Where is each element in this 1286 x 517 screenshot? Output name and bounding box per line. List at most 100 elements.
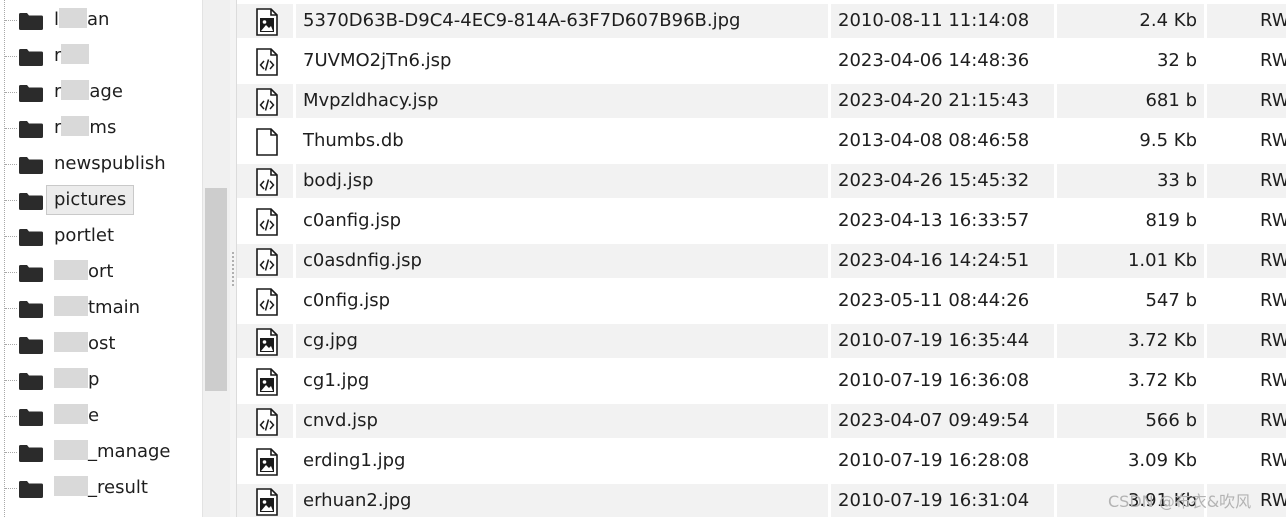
file-size: 566 b xyxy=(1057,404,1204,438)
tree-item-text: newspublish xyxy=(54,153,166,174)
tree-item[interactable]: newspublish xyxy=(0,146,202,182)
tree-item-label[interactable]: r ms xyxy=(46,113,124,143)
file-row[interactable]: cnvd.jsp 2023-04-07 09:49:54 566 b RW xyxy=(237,401,1286,441)
file-icon-cell xyxy=(237,84,293,118)
file-modified-date: 2023-04-07 09:49:54 xyxy=(831,404,1054,438)
file-row[interactable]: c0nfig.jsp 2023-05-11 08:44:26 547 b RW xyxy=(237,281,1286,321)
file-name[interactable]: cnvd.jsp xyxy=(296,404,828,438)
file-row[interactable]: 7UVMO2jTn6.jsp 2023-04-06 14:48:36 32 b RW xyxy=(237,41,1286,81)
folder-icon xyxy=(19,337,43,354)
file-name[interactable]: c0asdnfig.jsp xyxy=(296,244,828,278)
tree-branch-line xyxy=(5,488,17,489)
tree-branch-line xyxy=(5,380,17,381)
code-file-icon xyxy=(256,288,278,318)
tree-item-label[interactable]: p xyxy=(46,365,107,395)
image-file-icon xyxy=(256,488,278,517)
image-file-icon xyxy=(256,368,278,398)
folder-icon xyxy=(19,481,43,498)
tree-branch-line xyxy=(5,416,17,417)
file-modified-date: 2023-04-20 21:15:43 xyxy=(831,84,1054,118)
tree-item-label[interactable]: portlet xyxy=(46,221,122,251)
tree-item-label[interactable]: e xyxy=(46,401,107,431)
tree-item[interactable]: tmain xyxy=(0,290,202,326)
tree-item-label[interactable]: newspublish xyxy=(46,149,174,179)
scrollbar-thumb[interactable] xyxy=(205,188,227,391)
file-name[interactable]: c0nfig.jsp xyxy=(296,284,828,318)
tree-item-label[interactable]: tmain xyxy=(46,293,148,323)
file-permissions: RW xyxy=(1207,164,1286,198)
tree-item-label[interactable]: l an xyxy=(46,5,117,35)
file-icon-cell xyxy=(237,364,293,398)
tree-item[interactable]: _result xyxy=(0,470,202,506)
tree-item-label[interactable]: _manage xyxy=(46,437,179,467)
folder-icon xyxy=(19,445,43,462)
tree-item[interactable]: portlet xyxy=(0,218,202,254)
file-icon-cell xyxy=(237,444,293,478)
tree-item[interactable]: r xyxy=(0,38,202,74)
tree-item[interactable]: l an xyxy=(0,2,202,38)
file-row[interactable]: c0asdnfig.jsp 2023-04-16 14:24:51 1.01 Kb R… xyxy=(237,241,1286,281)
tree-item-text-suffix: p xyxy=(88,369,100,390)
file-size: 3.72 Kb xyxy=(1057,324,1204,358)
file-name[interactable]: erding1.jpg xyxy=(296,444,828,478)
tree-branch-line xyxy=(5,92,17,93)
pane-splitter[interactable] xyxy=(230,0,237,517)
file-name[interactable]: Thumbs.db xyxy=(296,124,828,158)
folder-icon xyxy=(19,265,43,282)
code-file-icon xyxy=(256,88,278,118)
redacted-text xyxy=(54,332,88,352)
file-permissions: RW xyxy=(1207,244,1286,278)
tree-item[interactable]: p xyxy=(0,362,202,398)
file-row[interactable]: Mvpzldhacy.jsp 2023-04-20 21:15:43 681 b RW xyxy=(237,81,1286,121)
file-row[interactable]: cg.jpg 2010-07-19 16:35:44 3.72 Kb RW xyxy=(237,321,1286,361)
file-row[interactable]: c0anfig.jsp 2023-04-13 16:33:57 819 b RW xyxy=(237,201,1286,241)
file-icon-cell xyxy=(237,324,293,358)
file-permissions: RW xyxy=(1260,290,1286,311)
tree-item-label[interactable]: ost xyxy=(46,329,123,359)
tree-item-text-suffix: tmain xyxy=(88,297,141,318)
tree-item[interactable]: pictures xyxy=(0,182,202,218)
file-row[interactable]: erding1.jpg 2010-07-19 16:28:08 3.09 Kb RW xyxy=(237,441,1286,481)
splitter-grip[interactable] xyxy=(232,252,235,286)
tree-scrollbar[interactable] xyxy=(202,0,231,517)
file-name[interactable]: cg.jpg xyxy=(296,324,828,358)
file-modified-date: 2023-04-06 14:48:36 xyxy=(838,50,1030,71)
tree-item-text: portlet xyxy=(54,225,115,246)
file-name[interactable]: c0anfig.jsp xyxy=(296,204,828,238)
tree-item-label[interactable]: _result xyxy=(46,473,156,503)
tree-item[interactable]: r ms xyxy=(0,110,202,146)
tree-branch-line xyxy=(5,308,17,309)
file-row[interactable]: cg1.jpg 2010-07-19 16:36:08 3.72 Kb RW xyxy=(237,361,1286,401)
file-row[interactable]: 5370D63B-D9C4-4EC9-814A-63F7D607B96B.jpg… xyxy=(237,1,1286,41)
file-icon-cell xyxy=(237,164,293,198)
tree-item-text-suffix: ort xyxy=(88,261,114,282)
file-list: 5370D63B-D9C4-4EC9-814A-63F7D607B96B.jpg… xyxy=(237,0,1286,517)
file-row[interactable]: bodj.jsp 2023-04-26 15:45:32 33 b RW xyxy=(237,161,1286,201)
tree-item-label[interactable]: r age xyxy=(46,77,131,107)
tree-item[interactable]: _manage xyxy=(0,434,202,470)
file-name[interactable]: Mvpzldhacy.jsp xyxy=(296,84,828,118)
file-name[interactable]: bodj.jsp xyxy=(296,164,828,198)
tree-branch-line xyxy=(5,20,17,21)
file-row[interactable]: Thumbs.db 2013-04-08 08:46:58 9.5 Kb RW xyxy=(237,121,1286,161)
file-icon-cell xyxy=(237,44,293,78)
tree-branch-line xyxy=(5,344,17,345)
folder-icon xyxy=(19,193,43,210)
tree-item[interactable]: ost xyxy=(0,326,202,362)
tree-item[interactable]: e xyxy=(0,398,202,434)
tree-item-label[interactable]: pictures xyxy=(46,185,135,215)
tree-item-text-prefix: r xyxy=(54,45,62,66)
file-name[interactable]: 7UVMO2jTn6.jsp xyxy=(296,44,828,78)
tree-item-label[interactable]: r xyxy=(46,41,97,71)
file-name[interactable]: 5370D63B-D9C4-4EC9-814A-63F7D607B96B.jpg xyxy=(296,4,828,38)
file-permissions: RW xyxy=(1260,210,1286,231)
tree-item-label[interactable]: ort xyxy=(46,257,121,287)
redacted-text xyxy=(54,260,88,280)
code-file-icon xyxy=(256,408,278,438)
file-name[interactable]: cg1.jpg xyxy=(296,364,828,398)
tree-item[interactable]: ort xyxy=(0,254,202,290)
tree-item[interactable]: r age xyxy=(0,74,202,110)
folder-icon xyxy=(19,121,43,138)
file-permissions: RW xyxy=(1260,130,1286,151)
file-name[interactable]: erhuan2.jpg xyxy=(296,484,828,517)
